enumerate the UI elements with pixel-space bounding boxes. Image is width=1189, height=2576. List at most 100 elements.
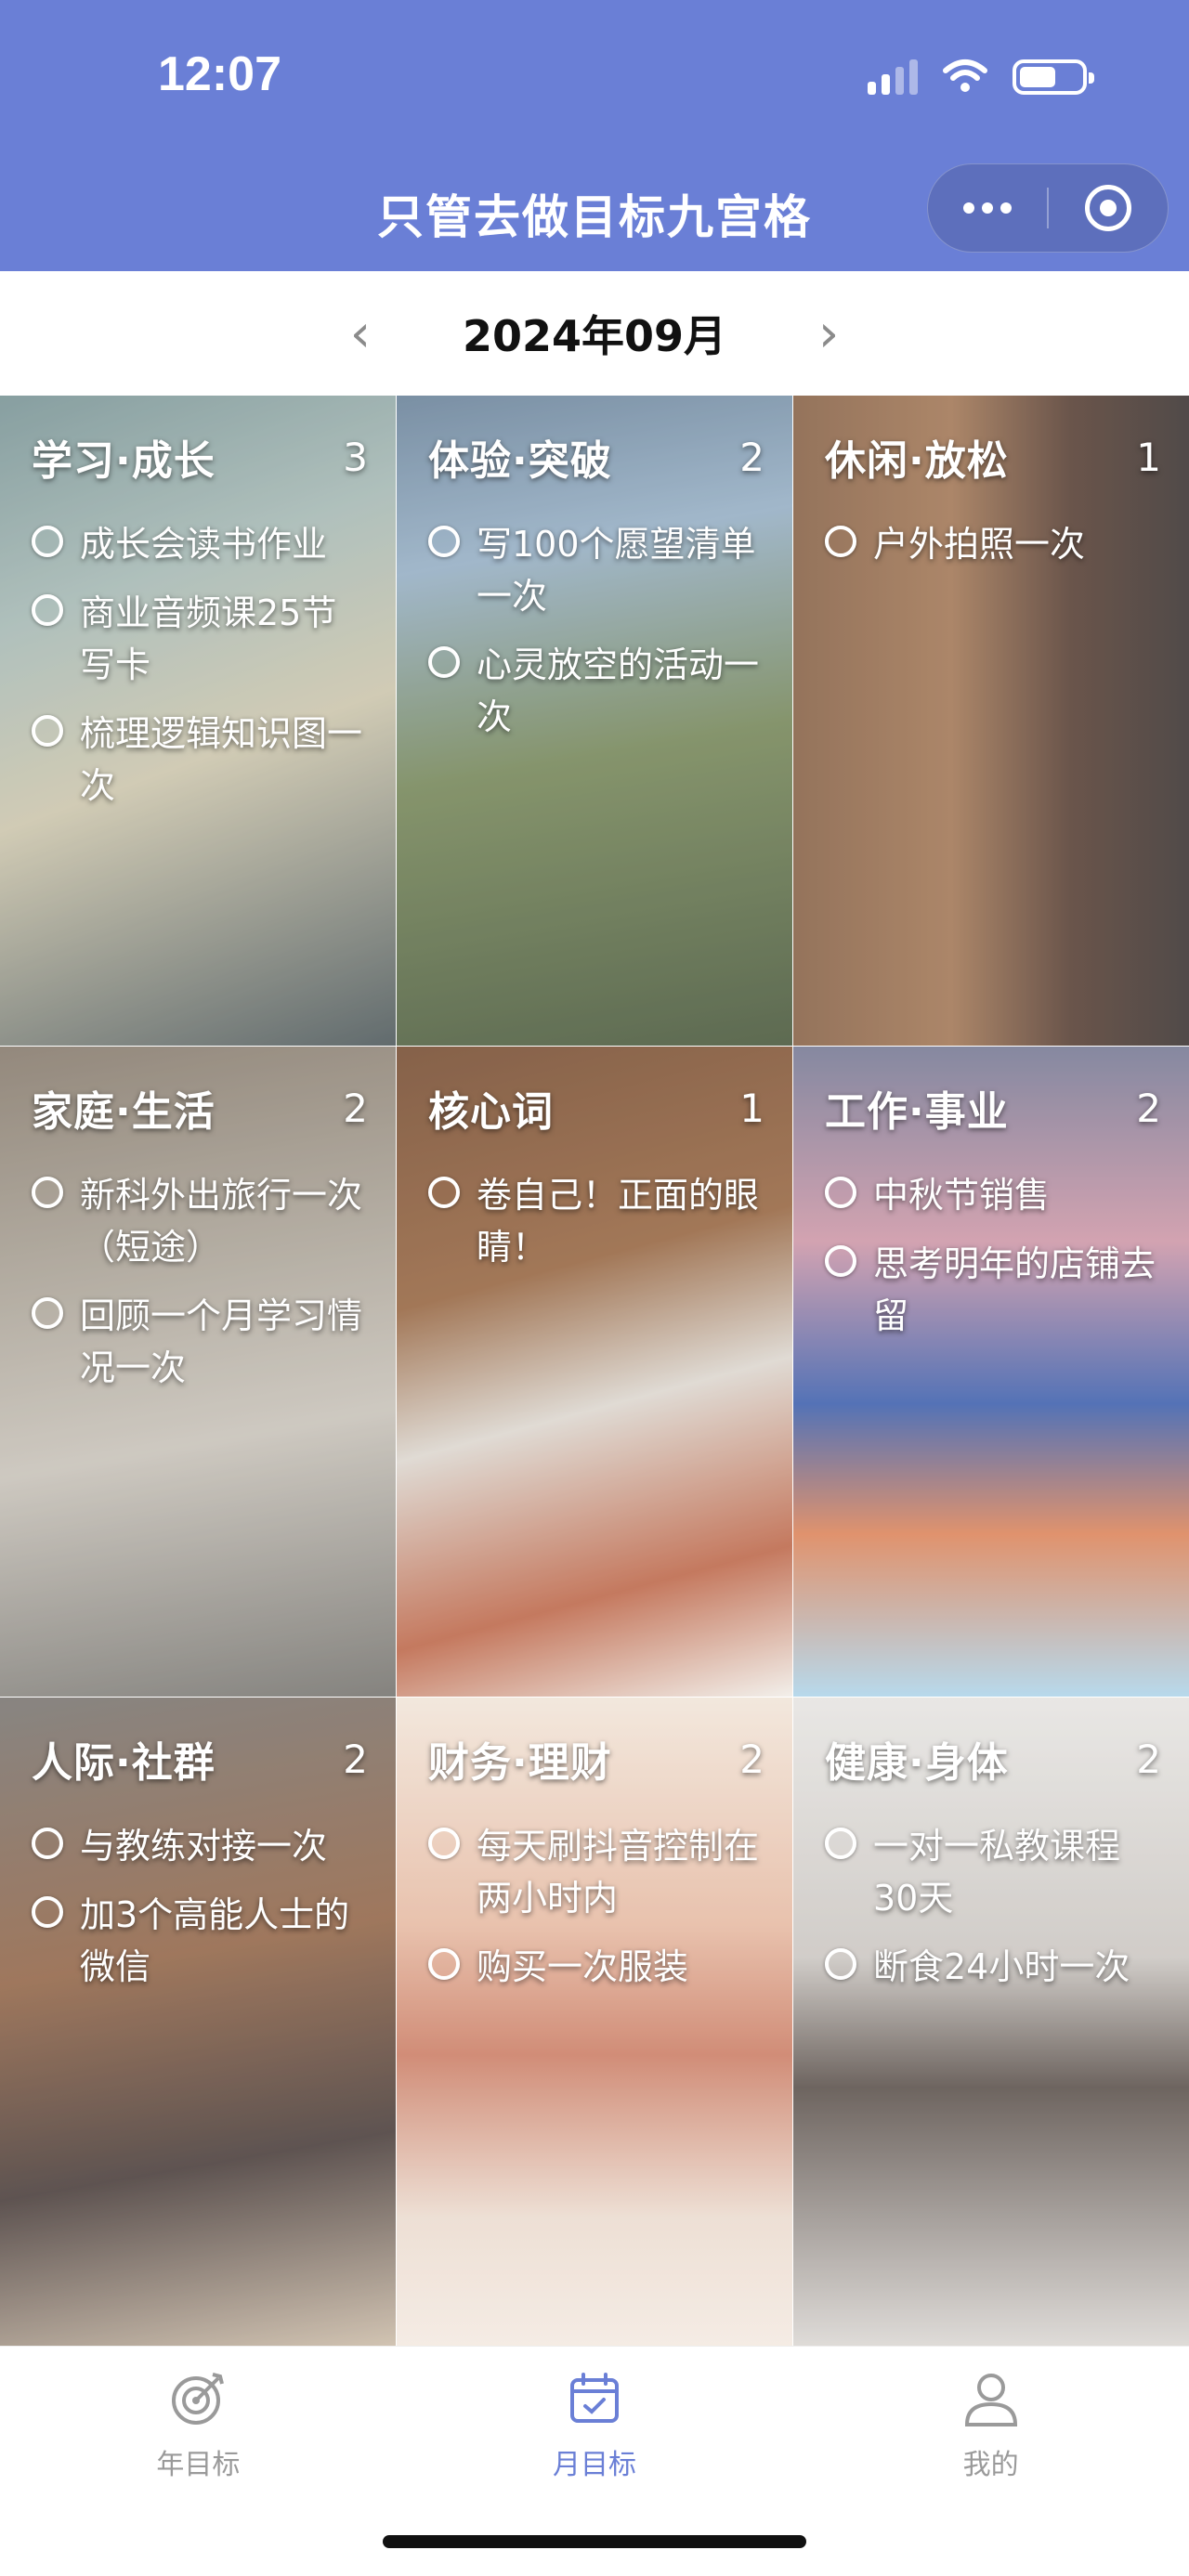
tab-year-goals[interactable]: 年目标 xyxy=(0,2347,397,2576)
cell-header: 人际·社群 2 xyxy=(32,1729,368,1789)
goal-cell[interactable]: 核心词 1 卷自己！正面的眼睛！ xyxy=(397,1047,792,1697)
cell-header: 休闲·放松 1 xyxy=(825,427,1161,487)
prev-month-icon[interactable]: ‹ xyxy=(342,304,379,364)
goal-cell[interactable]: 休闲·放松 1 户外拍照一次 xyxy=(793,396,1189,1046)
status-time: 12:07 xyxy=(158,47,281,101)
next-month-icon[interactable]: › xyxy=(810,304,847,364)
goal-count: 3 xyxy=(343,434,368,480)
goal-checkbox[interactable] xyxy=(428,1948,460,1980)
goal-text: 成长会读书作业 xyxy=(80,524,328,565)
goal-text: 与教练对接一次 xyxy=(80,1826,328,1867)
goal-text: 卷自己！正面的眼睛！ xyxy=(477,1175,760,1268)
goal-list: 卷自己！正面的眼睛！ xyxy=(428,1169,766,1290)
goal-checkbox[interactable] xyxy=(825,1245,856,1277)
status-icons xyxy=(868,58,1094,95)
cell-header: 财务·理财 2 xyxy=(428,1729,764,1789)
goal-item: 思考明年的店铺去留 xyxy=(825,1238,1163,1342)
goal-item: 加3个高能人士的微信 xyxy=(32,1889,370,1993)
goal-cell[interactable]: 家庭·生活 2 新科外出旅行一次（短途） 回顾一个月学习情况一次 xyxy=(0,1047,396,1697)
goal-list: 写100个愿望清单一次心灵放空的活动一次 xyxy=(428,518,766,760)
goal-checkbox[interactable] xyxy=(32,1177,63,1208)
goal-item: 写100个愿望清单一次 xyxy=(428,518,766,622)
goal-checkbox[interactable] xyxy=(428,646,460,678)
cell-header: 健康·身体 2 xyxy=(825,1729,1161,1789)
goal-text: 思考明年的店铺去留 xyxy=(873,1243,1156,1336)
goal-item: 心灵放空的活动一次 xyxy=(428,639,766,743)
user-icon xyxy=(964,2374,1017,2426)
goal-count: 2 xyxy=(1136,1085,1161,1131)
goal-list: 中秋节销售思考明年的店铺去留 xyxy=(825,1169,1163,1359)
goal-item: 购买一次服装 xyxy=(428,1941,766,1993)
tab-label: 我的 xyxy=(962,2449,1019,2481)
image-overlay xyxy=(793,396,1189,1046)
cell-header: 核心词 1 xyxy=(428,1078,764,1138)
goal-checkbox[interactable] xyxy=(32,1896,63,1928)
goal-checkbox[interactable] xyxy=(428,1177,460,1208)
tab-mine[interactable]: 我的 xyxy=(792,2347,1189,2576)
goal-checkbox[interactable] xyxy=(32,594,63,626)
goal-checkbox[interactable] xyxy=(32,1828,63,1859)
goal-cell[interactable]: 财务·理财 2 每天刷抖音控制在两小时内购买一次服装 xyxy=(397,1698,792,2348)
nav-bar: 只管去做目标九宫格 xyxy=(0,158,1189,271)
goal-item: 商业音频课25节写卡 xyxy=(32,587,370,691)
cell-header: 学习·成长 3 xyxy=(32,427,368,487)
goal-list: 每天刷抖音控制在两小时内购买一次服装 xyxy=(428,1820,766,2010)
goal-text: 商业音频课25节写卡 xyxy=(80,592,337,685)
goal-count: 2 xyxy=(343,1736,368,1782)
goal-checkbox[interactable] xyxy=(825,1948,856,1980)
cell-title: 工作·事业 xyxy=(825,1088,1009,1136)
goal-checkbox[interactable] xyxy=(32,715,63,747)
cell-title: 核心词 xyxy=(428,1088,554,1136)
battery-icon xyxy=(1013,59,1094,95)
goal-item: 卷自己！正面的眼睛！ xyxy=(428,1169,766,1273)
goal-cell[interactable]: 人际·社群 2 与教练对接一次加3个高能人士的微信 xyxy=(0,1698,396,2348)
goal-text: 回顾一个月学习情况一次 xyxy=(80,1295,363,1388)
goal-count: 2 xyxy=(343,1085,368,1131)
goal-text: 购买一次服装 xyxy=(477,1946,689,1987)
cell-title: 家庭·生活 xyxy=(32,1088,216,1136)
goal-checkbox[interactable] xyxy=(32,526,63,557)
goal-list: 一对一私教课程30天断食24小时一次 xyxy=(825,1820,1163,2010)
cell-header: 家庭·生活 2 xyxy=(32,1078,368,1138)
cell-header: 工作·事业 2 xyxy=(825,1078,1161,1138)
cell-title: 财务·理财 xyxy=(428,1739,612,1787)
goal-list: 成长会读书作业商业音频课25节写卡 梳理逻辑知识图一次 xyxy=(32,518,370,828)
cell-title: 健康·身体 xyxy=(825,1739,1009,1787)
image-overlay xyxy=(793,1698,1189,2348)
target-icon xyxy=(172,2373,225,2425)
goal-item: 一对一私教课程30天 xyxy=(825,1820,1163,1924)
goal-text: 心灵放空的活动一次 xyxy=(477,644,760,737)
goal-list: 与教练对接一次加3个高能人士的微信 xyxy=(32,1820,370,2010)
goal-item: 成长会读书作业 xyxy=(32,518,370,570)
cell-title: 休闲·放松 xyxy=(825,437,1009,485)
goal-checkbox[interactable] xyxy=(825,1177,856,1208)
calendar-check-icon xyxy=(570,2373,619,2423)
goal-text: 一对一私教课程30天 xyxy=(873,1826,1121,1919)
goal-checkbox[interactable] xyxy=(428,1828,460,1859)
image-overlay xyxy=(397,1047,792,1697)
goal-cell[interactable]: 健康·身体 2 一对一私教课程30天断食24小时一次 xyxy=(793,1698,1189,2348)
goal-item: 回顾一个月学习情况一次 xyxy=(32,1290,370,1394)
goal-cell[interactable]: 体验·突破 2 写100个愿望清单一次 心灵放空的活动一次 xyxy=(397,396,792,1046)
goal-grid: 学习·成长 3 成长会读书作业 商业音频课25节写卡 梳理逻辑知识图一次 体验·突破 2 写1… xyxy=(0,396,1189,2348)
goal-cell[interactable]: 工作·事业 2 中秋节销售思考明年的店铺去留 xyxy=(793,1047,1189,1697)
more-icon[interactable] xyxy=(928,202,1047,214)
goal-checkbox[interactable] xyxy=(825,1828,856,1859)
goal-text: 中秋节销售 xyxy=(873,1175,1051,1216)
goal-item: 与教练对接一次 xyxy=(32,1820,370,1872)
goal-item: 每天刷抖音控制在两小时内 xyxy=(428,1820,766,1924)
goal-text: 梳理逻辑知识图一次 xyxy=(80,713,363,806)
close-icon[interactable] xyxy=(1049,185,1168,231)
status-bar: 12:07 xyxy=(0,0,1189,158)
image-overlay xyxy=(0,1698,396,2348)
goal-checkbox[interactable] xyxy=(428,526,460,557)
goal-cell[interactable]: 学习·成长 3 成长会读书作业商业音频课25节写卡 梳理逻辑知识图一次 xyxy=(0,396,396,1046)
goal-checkbox[interactable] xyxy=(825,526,856,557)
goal-text: 断食24小时一次 xyxy=(873,1946,1130,1987)
goal-checkbox[interactable] xyxy=(32,1297,63,1329)
goal-count: 1 xyxy=(739,1085,764,1131)
goal-count: 2 xyxy=(739,434,764,480)
tab-label: 年目标 xyxy=(156,2449,241,2481)
image-overlay xyxy=(793,1047,1189,1697)
goal-item: 户外拍照一次 xyxy=(825,518,1163,570)
